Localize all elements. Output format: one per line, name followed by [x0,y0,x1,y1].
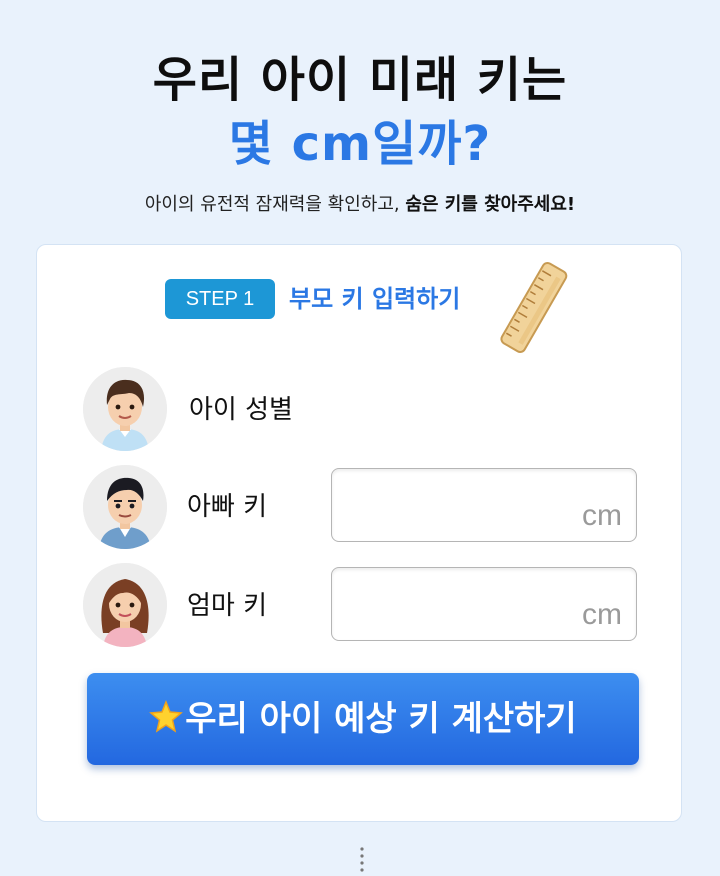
calculate-height-button[interactable]: 우리 아이 예상 키 계산하기 [87,673,639,765]
subtitle-text: 아이의 유전적 잠재력을 확인하고, [144,194,406,215]
mother-avatar-icon [83,563,167,647]
scroll-more-indicator [360,847,364,872]
star-icon [149,700,184,733]
father-height-input[interactable]: cm [331,468,637,542]
father-height-label: 아빠 키 [187,492,268,522]
mother-height-unit: cm [582,598,622,631]
father-height-unit: cm [582,499,622,532]
child-gender-label: 아이 성별 [189,395,293,425]
page-subtitle: 아이의 유전적 잠재력을 확인하고, 숨은 키를 찾아주세요! [0,192,720,218]
boy-avatar-icon [83,367,167,451]
page-title: 우리 아이 미래 키는 [152,52,568,108]
subtitle-emphasis: 숨은 키를 찾아주세요! [405,194,576,215]
mother-height-input[interactable]: cm [331,567,637,641]
father-avatar-icon [83,465,167,549]
step-title: 부모 키 입력하기 [289,285,461,313]
page-title-highlight: 몇 cm일까? [228,116,492,172]
mother-height-label: 엄마 키 [187,591,268,621]
step-badge: STEP 1 [165,279,275,319]
input-card: STEP 1 부모 키 입력하기 아이 성별 아빠 키 cm 엄마 키 cm 우… [36,244,682,822]
calculate-button-label: 우리 아이 예상 키 계산하기 [185,699,577,739]
ruler-icon [500,261,568,354]
